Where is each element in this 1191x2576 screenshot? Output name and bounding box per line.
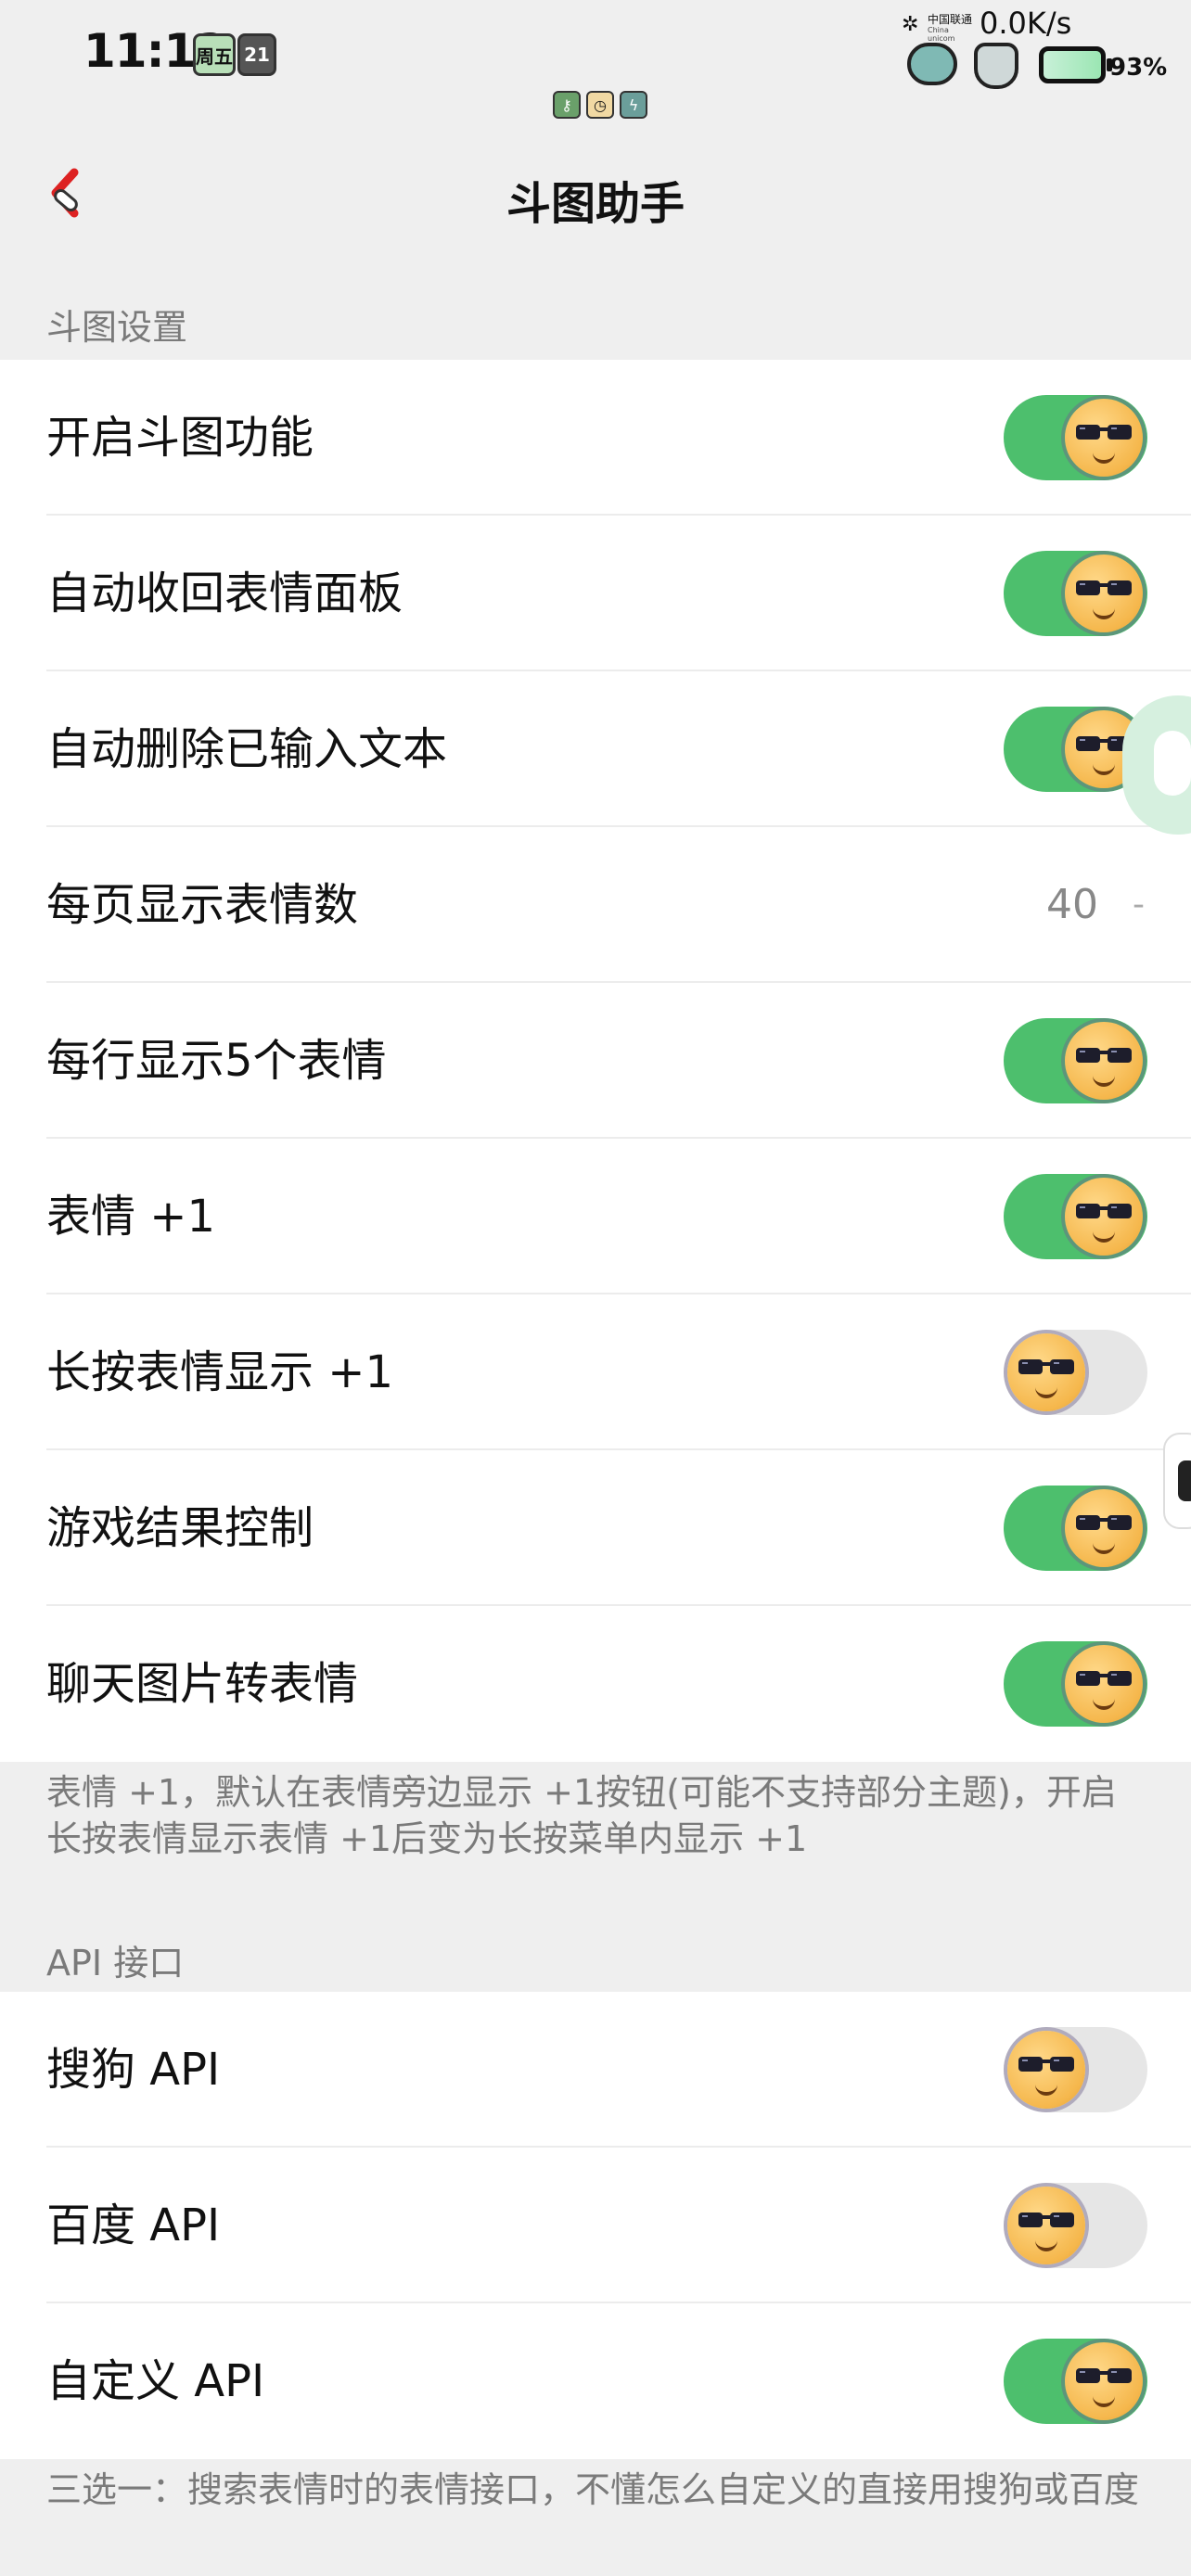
toggle-switch[interactable] (1004, 1486, 1147, 1571)
settings-footnote: 表情 +1，默认在表情旁边显示 +1按钮(可能不支持部分主题)，开启长按表情显示… (46, 1772, 1117, 1859)
status-bar: 11:12 周五 21 ✲ 中国联通 China unicom 0.0K/s 9… (0, 0, 1191, 130)
setting-row[interactable]: 游戏结果控制 (0, 1450, 1191, 1606)
section-label-settings: 斗图设置 (46, 307, 188, 348)
api-group: 搜狗 API 百度 API 自定义 API (0, 1992, 1191, 2459)
setting-label: 长按表情显示 +1 (46, 1346, 394, 1398)
carrier-name: 中国联通 (928, 13, 973, 26)
setting-row[interactable]: 表情 +1 (0, 1139, 1191, 1294)
settings-group: 开启斗图功能自动收回表情面板 自动删除已输入文本 每页显示表情数 40- 每行显示5个表… (0, 360, 1191, 1762)
carrier-name-en: China unicom (928, 26, 955, 43)
setting-row[interactable]: 长按表情显示 +1 (0, 1294, 1191, 1450)
setting-row[interactable]: 开启斗图功能 (0, 360, 1191, 516)
bolt-icon: ϟ (620, 91, 647, 119)
sunglasses-emoji-knob-icon (1007, 1333, 1085, 1411)
setting-row[interactable]: 自动收回表情面板 (0, 516, 1191, 671)
setting-row[interactable]: 百度 API (0, 2148, 1191, 2303)
section-label-api: API 接口 (46, 1943, 185, 1983)
sunglasses-emoji-knob-icon (1065, 2342, 1143, 2420)
key-icon: ⚷ (553, 91, 581, 119)
carrier-icon: ✲ (902, 13, 919, 36)
shield-icon (974, 43, 1018, 89)
notification-icons: ⚷ ◷ ϟ (553, 91, 647, 119)
setting-row[interactable]: 搜狗 API (0, 1992, 1191, 2148)
setting-label: 搜狗 API (46, 2044, 221, 2096)
battery-percent: 93% (1109, 54, 1168, 82)
setting-row[interactable]: 聊天图片转表情 (0, 1606, 1191, 1762)
setting-row[interactable]: 每行显示5个表情 (0, 983, 1191, 1139)
setting-label: 开启斗图功能 (46, 412, 314, 464)
setting-value: 40 (1046, 881, 1098, 928)
setting-label: 游戏结果控制 (46, 1502, 314, 1554)
setting-row[interactable]: 每页显示表情数 40- (0, 827, 1191, 983)
setting-value-suffix: - (1133, 886, 1145, 924)
toggle-switch[interactable] (1004, 1174, 1147, 1259)
toggle-switch[interactable] (1004, 2027, 1147, 2112)
side-edge-handle[interactable] (1163, 1433, 1191, 1529)
setting-label: 自动收回表情面板 (46, 567, 403, 619)
toggle-switch[interactable] (1004, 2339, 1147, 2424)
page-title: 斗图助手 (506, 178, 685, 230)
app-header: 斗图助手 (0, 130, 1191, 260)
setting-label: 百度 API (46, 2200, 221, 2251)
battery-icon (1039, 46, 1112, 83)
toggle-switch[interactable] (1004, 551, 1147, 636)
date-badge: 21 (237, 33, 276, 76)
setting-row[interactable]: 自动删除已输入文本 (0, 671, 1191, 827)
api-footnote: 三选一：搜索表情时的表情接口，不懂怎么自定义的直接用搜狗或百度 (46, 2469, 1140, 2510)
sunglasses-emoji-knob-icon (1065, 1022, 1143, 1100)
sunglasses-emoji-knob-icon (1007, 2187, 1085, 2264)
sunglasses-emoji-knob-icon (1065, 1489, 1143, 1567)
clock-icon: ◷ (586, 91, 614, 119)
toggle-switch[interactable] (1004, 1641, 1147, 1727)
sunglasses-emoji-knob-icon (1065, 555, 1143, 632)
carrier-logo: ✲ 中国联通 China unicom (902, 11, 976, 43)
setting-label: 表情 +1 (46, 1191, 216, 1243)
setting-label: 自定义 API (46, 2355, 265, 2407)
net-speed: 0.0K/s (980, 6, 1072, 41)
toggle-switch[interactable] (1004, 1018, 1147, 1103)
weekday-badge: 周五 (193, 33, 236, 76)
toggle-switch[interactable] (1004, 2183, 1147, 2268)
sunglasses-emoji-knob-icon (1065, 1178, 1143, 1256)
setting-label: 每页显示表情数 (46, 879, 359, 931)
sunglasses-emoji-knob-icon (1007, 2031, 1085, 2109)
toggle-switch[interactable] (1004, 1330, 1147, 1415)
sunglasses-emoji-knob-icon (1065, 1645, 1143, 1723)
setting-label: 自动删除已输入文本 (46, 723, 448, 775)
app-status-icon (907, 43, 957, 85)
setting-label: 每行显示5个表情 (46, 1035, 387, 1087)
setting-label: 聊天图片转表情 (46, 1658, 359, 1710)
sunglasses-emoji-knob-icon (1065, 399, 1143, 477)
setting-row[interactable]: 自定义 API (0, 2303, 1191, 2459)
toggle-switch[interactable] (1004, 395, 1147, 480)
